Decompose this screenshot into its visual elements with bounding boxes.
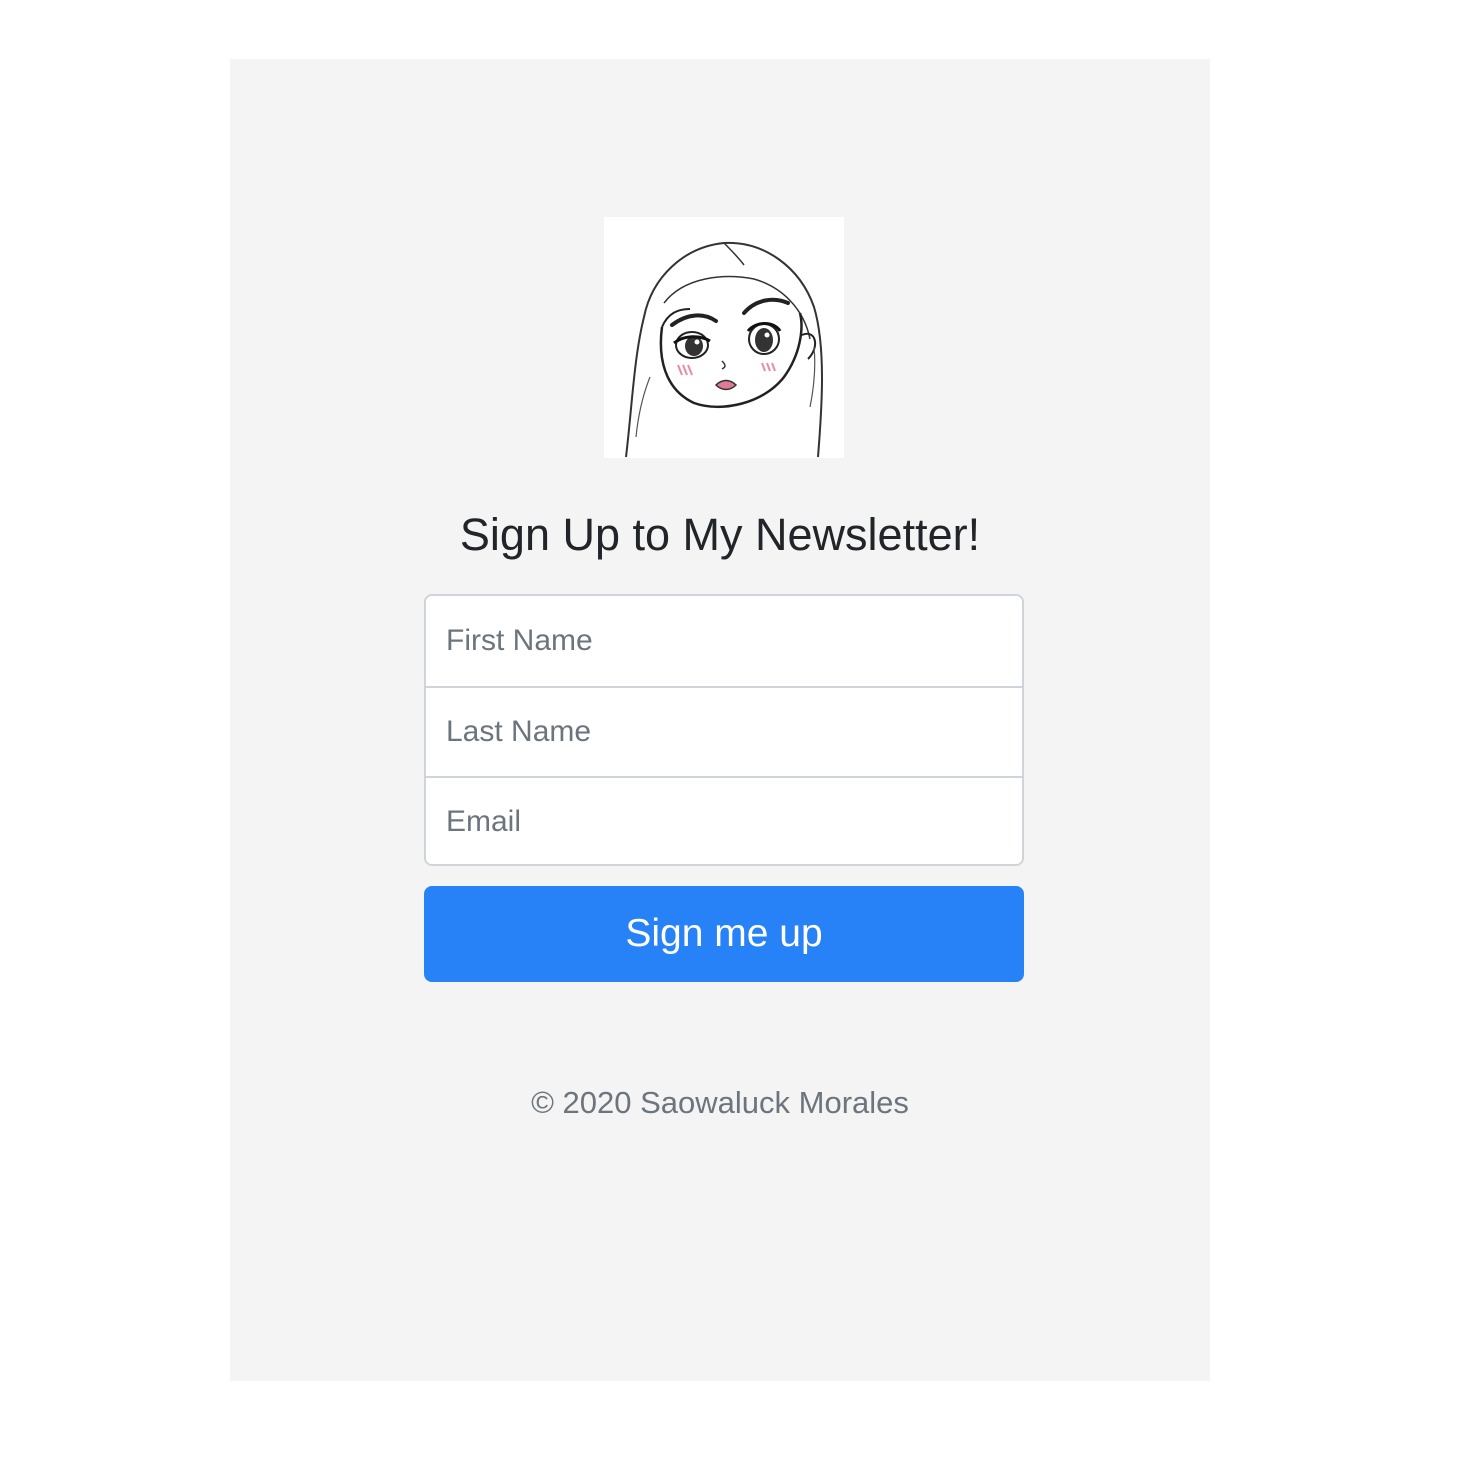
signup-form	[424, 594, 1024, 866]
email-input[interactable]	[426, 776, 1022, 864]
last-name-input[interactable]	[426, 686, 1022, 776]
sign-me-up-button[interactable]: Sign me up	[424, 886, 1024, 982]
footer-copyright: © 2020 Saowaluck Morales	[531, 1085, 909, 1120]
avatar-illustration-icon	[604, 217, 844, 458]
first-name-input[interactable]	[426, 596, 1022, 686]
page-title: Sign Up to My Newsletter!	[459, 509, 981, 560]
